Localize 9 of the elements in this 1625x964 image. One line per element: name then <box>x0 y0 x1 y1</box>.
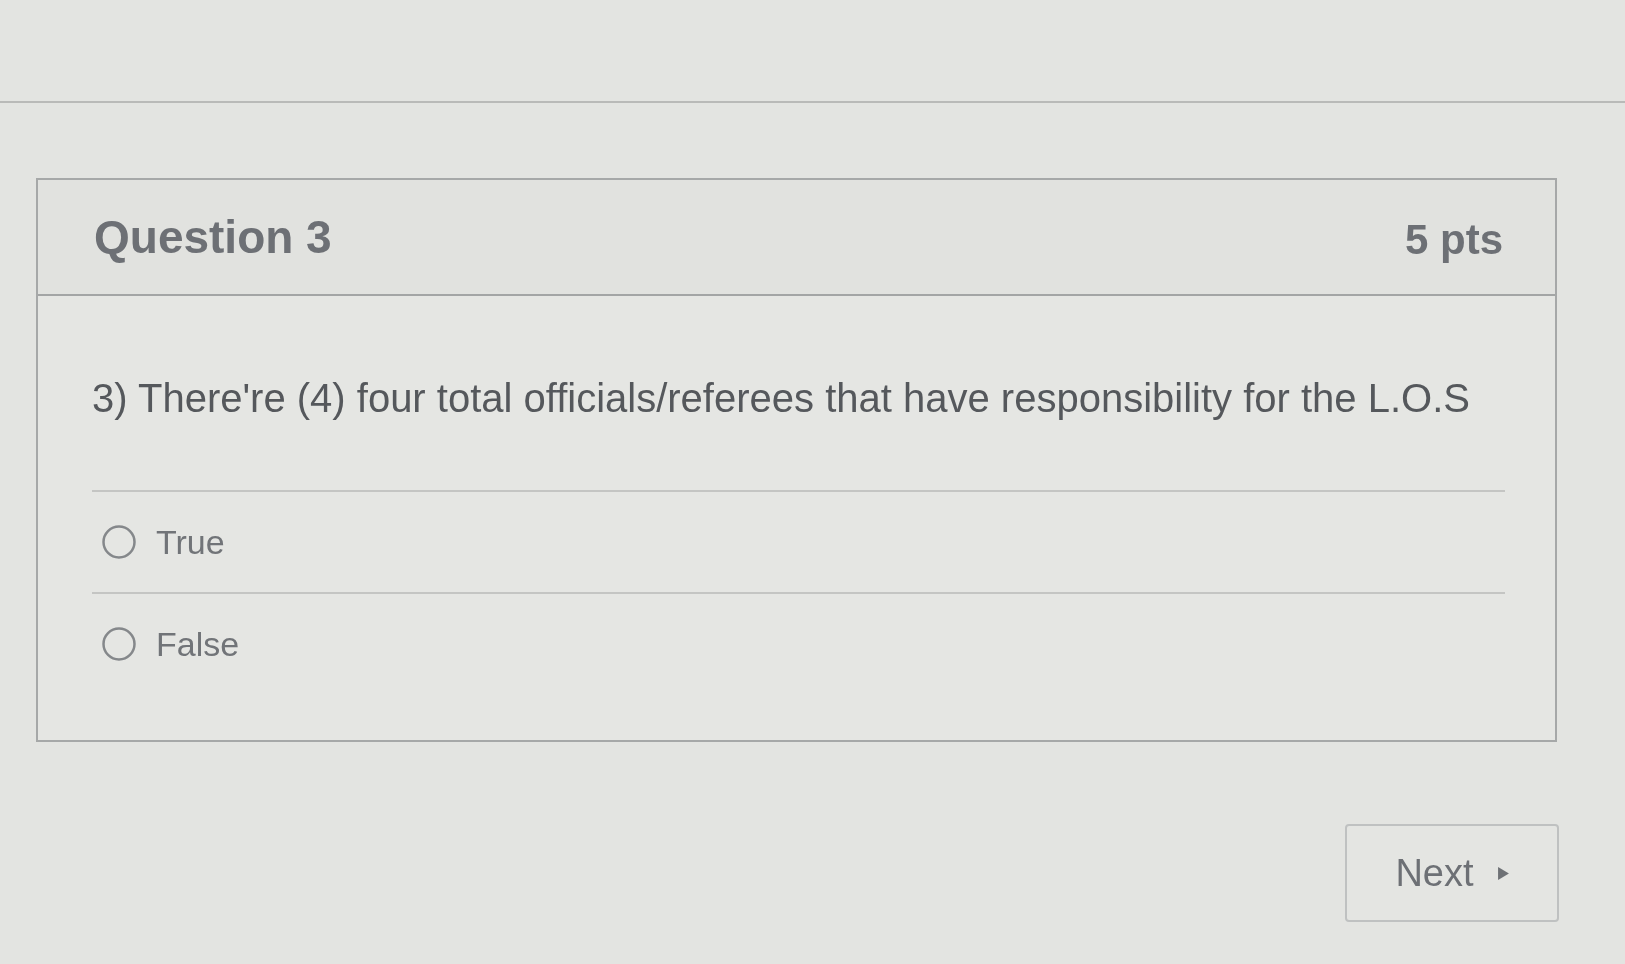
play-triangle-icon <box>1497 866 1509 880</box>
question-title: Question 3 <box>94 210 332 264</box>
radio-button[interactable] <box>102 627 136 661</box>
question-text: 3) There're (4) four total officials/referees that have responsibility for the L.O.S <box>92 375 1471 422</box>
question-points: 5 pts <box>1404 216 1503 264</box>
radio-button[interactable] <box>102 525 136 559</box>
next-button[interactable]: Next <box>1345 824 1559 922</box>
answer-label[interactable]: False <box>156 624 240 664</box>
answer-label[interactable]: True <box>156 522 225 562</box>
